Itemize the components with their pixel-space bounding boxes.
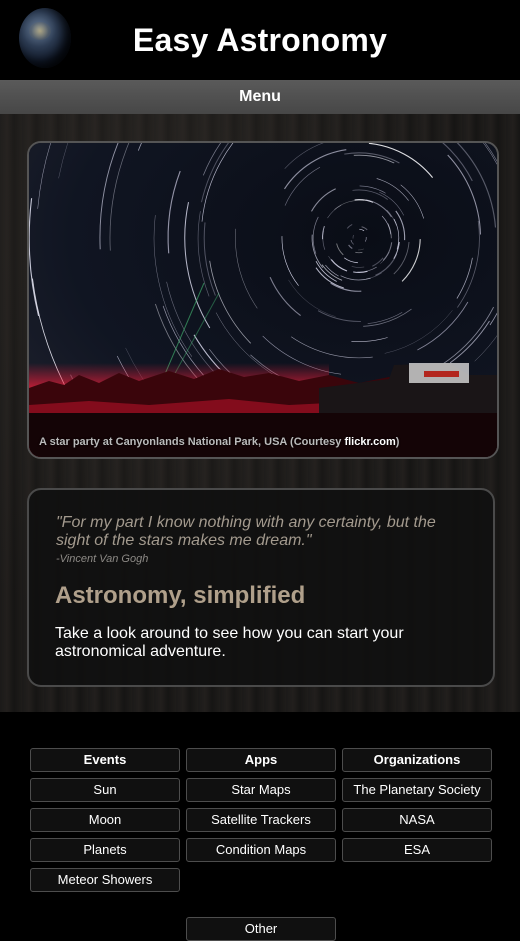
condition-maps-button[interactable]: Condition Maps — [186, 838, 336, 862]
intro-text: Take a look around to see how you can st… — [55, 625, 455, 661]
other-button[interactable]: Other — [186, 917, 336, 941]
flickr-link[interactable]: flickr.com — [344, 436, 395, 448]
hero-image: A star party at Canyonlands National Par… — [27, 141, 499, 459]
events-button[interactable]: Events — [30, 748, 180, 772]
planetary-society-button[interactable]: The Planetary Society — [342, 778, 492, 802]
quote-author: -Vincent Van Gogh — [56, 553, 148, 565]
hero-caption: A star party at Canyonlands National Par… — [39, 436, 399, 448]
site-header: Easy Astronomy — [0, 0, 520, 80]
moon-button[interactable]: Moon — [30, 808, 180, 832]
footer-column-apps: Apps Star Maps Satellite Trackers Condit… — [186, 748, 336, 868]
meteor-showers-button[interactable]: Meteor Showers — [30, 868, 180, 892]
caption-end: ) — [396, 436, 400, 448]
sun-button[interactable]: Sun — [30, 778, 180, 802]
nasa-button[interactable]: NASA — [342, 808, 492, 832]
section-heading: Astronomy, simplified — [55, 582, 305, 610]
footer-column-organizations: Organizations The Planetary Society NASA… — [342, 748, 492, 868]
apps-button[interactable]: Apps — [186, 748, 336, 772]
organizations-button[interactable]: Organizations — [342, 748, 492, 772]
caption-text: A star party at Canyonlands National Par… — [39, 436, 344, 448]
star-trails-photo — [29, 143, 497, 457]
site-title[interactable]: Easy Astronomy — [0, 22, 520, 59]
intro-card: "For my part I know nothing with any cer… — [27, 488, 495, 687]
menu-button[interactable]: Menu — [0, 80, 520, 114]
quote-text: "For my part I know nothing with any cer… — [56, 514, 466, 550]
satellite-trackers-button[interactable]: Satellite Trackers — [186, 808, 336, 832]
esa-button[interactable]: ESA — [342, 838, 492, 862]
star-maps-button[interactable]: Star Maps — [186, 778, 336, 802]
footer-column-events: Events Sun Moon Planets Meteor Showers — [30, 748, 180, 898]
planets-button[interactable]: Planets — [30, 838, 180, 862]
